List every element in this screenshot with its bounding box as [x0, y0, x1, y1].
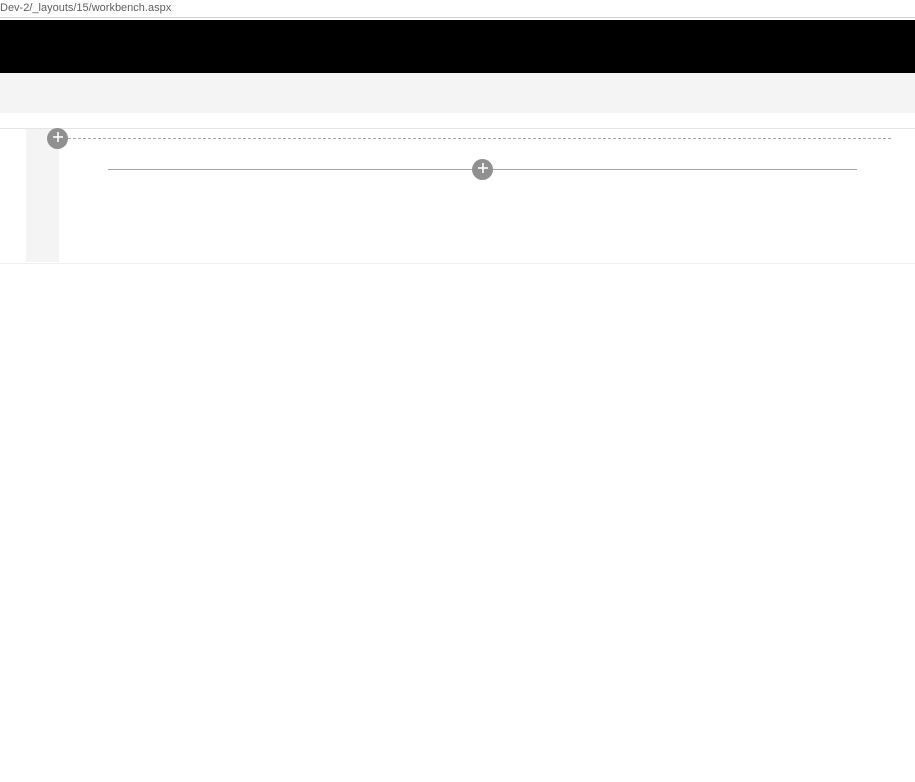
divider — [0, 128, 915, 129]
add-section-button[interactable] — [47, 128, 68, 149]
add-webpart-button[interactable] — [472, 159, 493, 180]
plus-icon — [477, 161, 489, 179]
webpart-line-right — [493, 169, 857, 170]
bottom-divider — [0, 263, 915, 264]
url-text: Dev-2/_layouts/15/workbench.aspx — [0, 2, 171, 14]
webpart-zone — [108, 169, 857, 170]
section-toolbox — [26, 129, 59, 262]
plus-icon — [52, 130, 64, 148]
suite-nav-header — [0, 20, 915, 73]
section-boundary — [48, 138, 891, 139]
address-bar[interactable]: Dev-2/_layouts/15/workbench.aspx — [0, 0, 915, 18]
webpart-line-left — [108, 169, 472, 170]
command-bar — [0, 73, 915, 113]
